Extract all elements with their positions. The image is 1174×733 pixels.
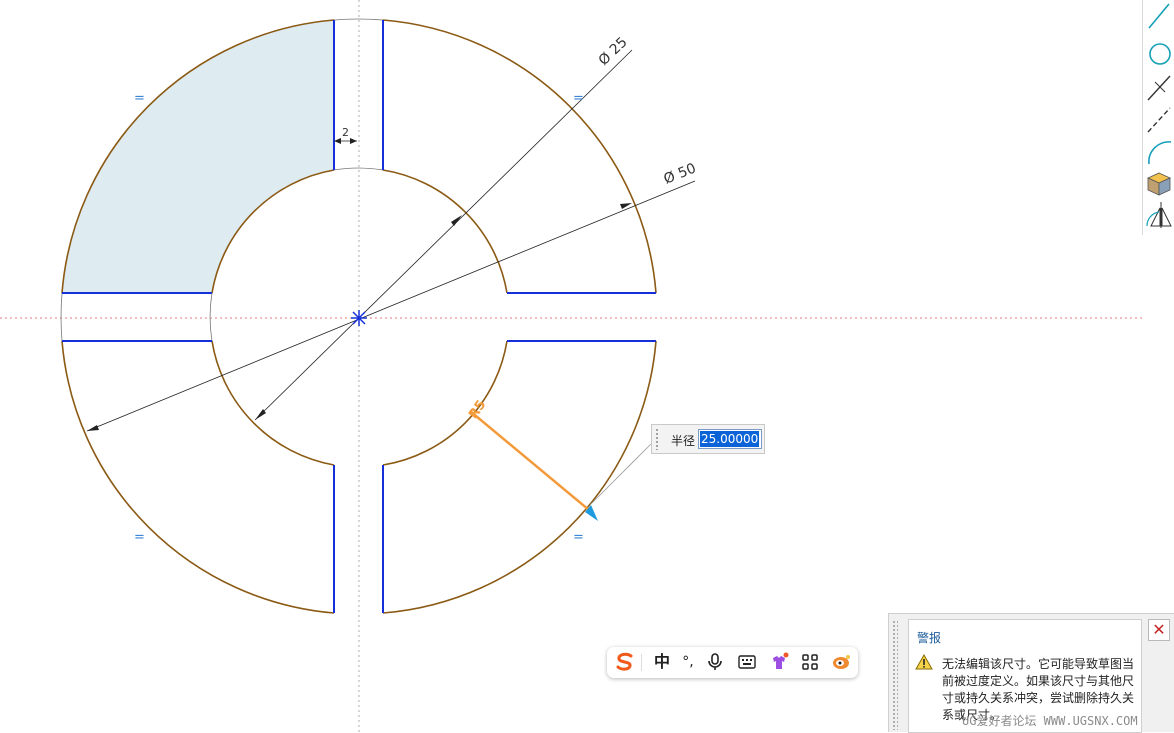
sketch-tool-strip [1142,0,1174,235]
arc-icon[interactable] [1143,136,1174,166]
cube-icon[interactable] [1143,168,1174,198]
outer-arc-top-right[interactable] [382,19,657,294]
drag-handle[interactable] [655,428,660,450]
trim-icon[interactable] [1143,73,1174,103]
apps-grid-icon[interactable] [798,650,822,674]
mirror-icon[interactable] [1143,200,1174,230]
radius-input-box[interactable]: 半径 25.000000 [651,424,765,454]
outer-gap-arc-top [333,18,384,21]
inner-arc-bottom-right[interactable] [382,340,508,466]
close-button[interactable]: ✕ [1148,619,1170,641]
equal-constraint-top-right[interactable]: = [573,91,584,106]
arrow-outer-a [87,425,99,431]
ime-separator [641,654,642,671]
equal-constraint-bottom-right[interactable]: = [573,530,584,545]
ime-punct-toggle[interactable]: °, [676,650,700,674]
inner-gap-arc-top [333,167,384,171]
dim-text-inner-diameter[interactable]: Ø 25 [596,34,631,69]
warning-icon [915,654,933,670]
outer-arc-bottom-right[interactable] [382,340,657,614]
inner-arc-bottom-left[interactable] [211,340,335,466]
radius-label: 半径 [671,434,696,448]
skin-icon[interactable] [767,650,791,674]
circle-icon[interactable] [1143,39,1174,69]
dashed-line-icon[interactable] [1143,105,1174,135]
inner-arc-top-right[interactable] [382,169,508,294]
arrow-slot-b [350,138,357,144]
outer-gap-arc-left [60,292,63,342]
arrow-outer-b [620,203,632,209]
inner-gap-arc-left [209,292,213,342]
microphone-icon[interactable] [703,650,727,674]
dim-line-radius-leader [589,443,652,506]
arrow-slot-a [334,138,341,144]
ime-mode-toggle[interactable]: 中 [650,650,674,674]
ime-toolbar: 中 °, [607,647,858,678]
dim-text-slot-width[interactable]: 2 [342,126,349,139]
watermark: UG爱好者论坛 WWW.UGSNX.COM [962,714,1138,728]
radius-value: 25.000000 [700,431,759,447]
selected-region[interactable] [62,20,334,293]
drag-handle[interactable] [892,620,898,730]
dim-text-outer-diameter[interactable]: Ø 50 [662,160,699,187]
radius-value-field[interactable]: 25.000000 [698,429,762,449]
dim-line-radius[interactable] [469,410,590,511]
arrow-inner-b [451,215,462,226]
outer-arc-bottom-left[interactable] [61,340,335,614]
line-icon[interactable] [1143,0,1174,30]
center-point-icon[interactable] [351,310,367,326]
alert-title: 警报 [917,631,942,645]
keyboard-icon[interactable] [735,650,759,674]
equal-constraint-top-left[interactable]: = [134,91,145,106]
mascot-icon[interactable] [829,650,853,674]
equal-constraint-bottom-left[interactable]: = [134,530,145,545]
ime-logo-icon[interactable] [613,650,637,674]
